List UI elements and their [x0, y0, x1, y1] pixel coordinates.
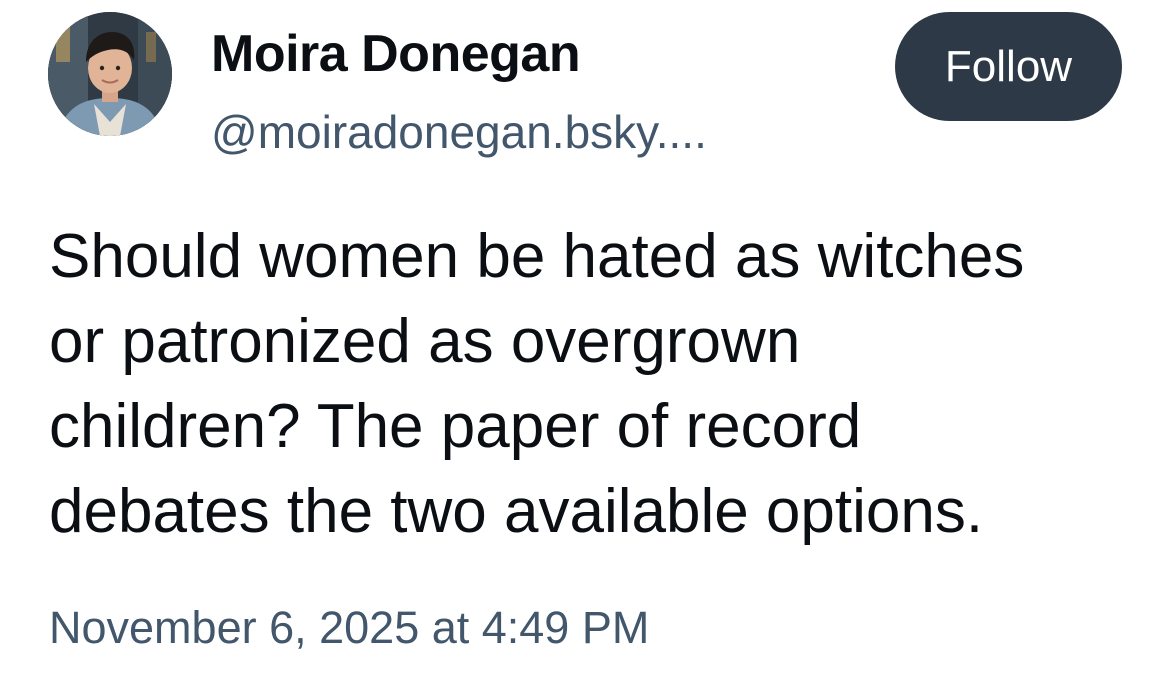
post-text: Should women be hated as witches or patr… [49, 222, 1025, 546]
avatar[interactable] [48, 12, 172, 136]
post-timestamp[interactable]: November 6, 2025 at 4:49 PM [49, 600, 649, 656]
author-handle[interactable]: @moiradonegan.bsky.... [211, 104, 707, 160]
author-display-name[interactable]: Moira Donegan [211, 24, 581, 84]
follow-button[interactable]: Follow [895, 12, 1122, 121]
post-card: Moira Donegan @moiradonegan.bsky.... Fol… [0, 0, 1170, 682]
avatar-photo-icon [48, 12, 172, 136]
